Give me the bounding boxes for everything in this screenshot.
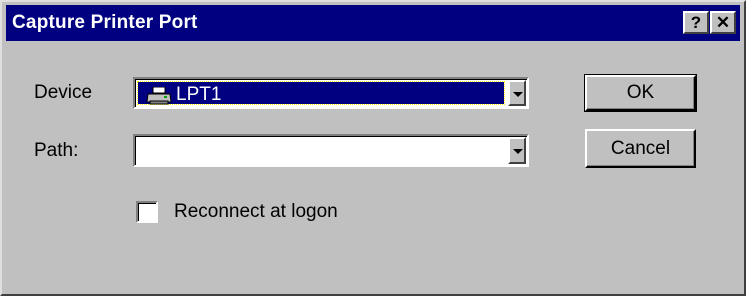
path-combobox[interactable] xyxy=(133,134,529,167)
device-selected-item: LPT1 xyxy=(137,81,505,105)
cancel-button[interactable]: Cancel xyxy=(585,129,696,168)
device-dropdown-button[interactable] xyxy=(508,80,526,106)
help-icon: ? xyxy=(690,13,702,32)
path-label: Path: xyxy=(34,140,79,161)
ok-button-label: OK xyxy=(626,82,655,103)
device-label: Device xyxy=(34,82,93,103)
close-icon: ✕ xyxy=(715,13,731,32)
device-value: LPT1 xyxy=(176,84,222,105)
path-dropdown-button[interactable] xyxy=(508,137,526,164)
title-bar[interactable]: Capture Printer Port ? ✕ xyxy=(6,5,740,41)
reconnect-checkbox[interactable] xyxy=(136,201,158,223)
close-button[interactable]: ✕ xyxy=(710,11,736,34)
window-title: Capture Printer Port xyxy=(12,12,198,33)
device-combobox[interactable]: LPT1 xyxy=(133,77,529,109)
capture-printer-port-dialog: Capture Printer Port ? ✕ Device LPT1 Pat… xyxy=(0,0,746,296)
printer-icon xyxy=(146,87,172,105)
ok-button[interactable]: OK xyxy=(584,74,697,112)
reconnect-label[interactable]: Reconnect at logon xyxy=(174,201,338,223)
help-button[interactable]: ? xyxy=(683,11,709,34)
cancel-button-label: Cancel xyxy=(610,137,671,159)
